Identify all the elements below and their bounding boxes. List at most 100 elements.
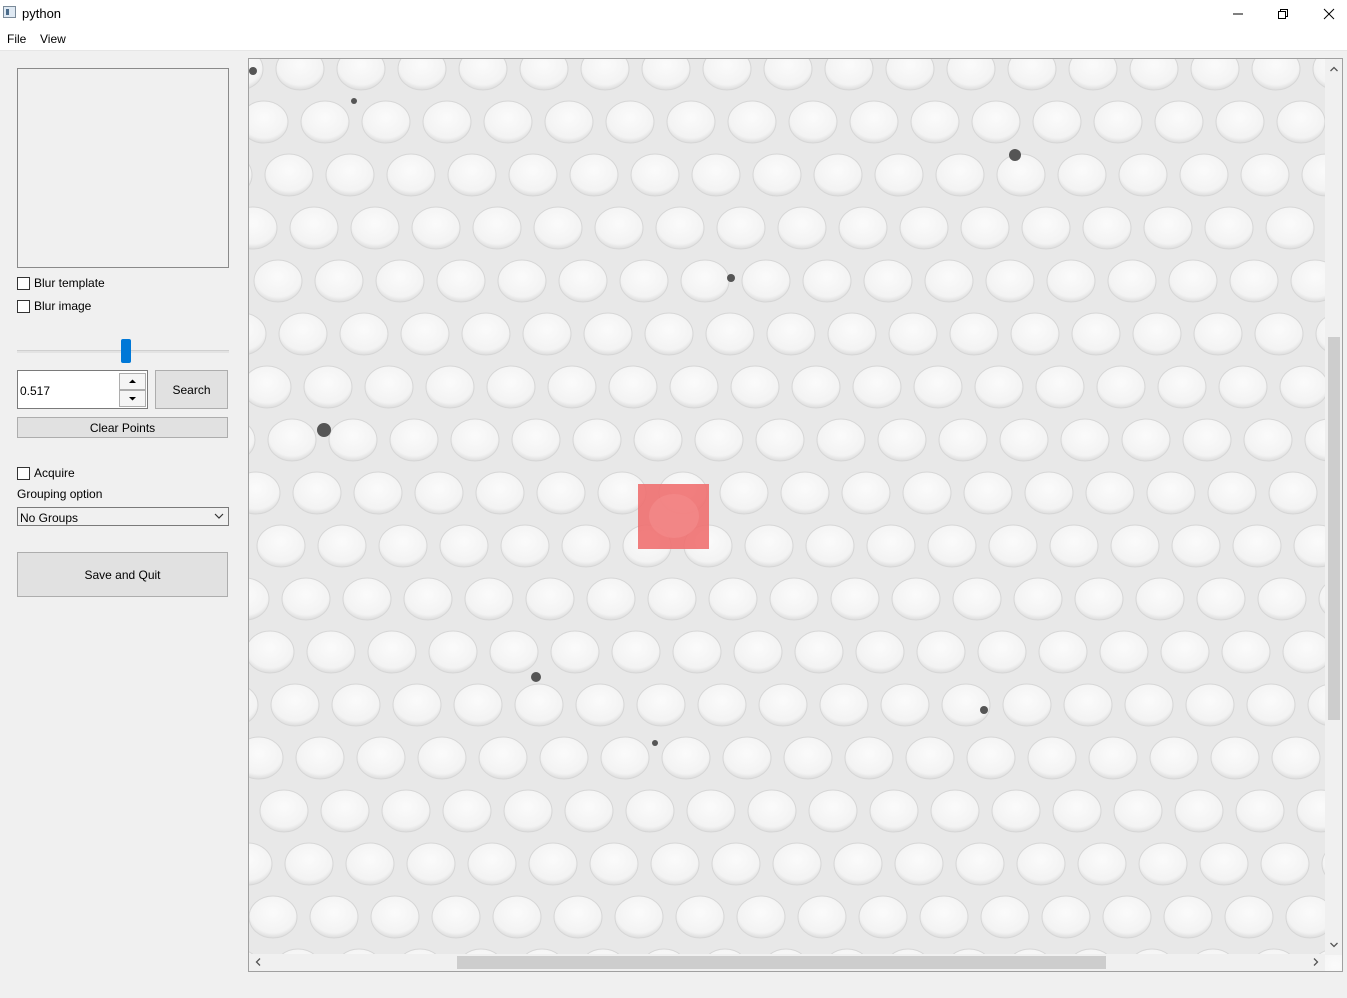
- grid-hole: [478, 736, 528, 780]
- grid-hole: [996, 153, 1046, 197]
- grid-hole: [1057, 153, 1107, 197]
- threshold-slider-handle[interactable]: [121, 339, 131, 363]
- grid-hole: [350, 206, 400, 250]
- spin-up-button[interactable]: [119, 373, 146, 390]
- grid-hole: [339, 312, 389, 356]
- grid-hole: [808, 789, 858, 833]
- grid-hole: [802, 259, 852, 303]
- grid-hole: [1074, 577, 1124, 621]
- grid-hole: [550, 630, 600, 674]
- grid-hole: [772, 842, 822, 886]
- menu-bar: File View: [0, 28, 1347, 51]
- grid-hole: [259, 789, 309, 833]
- grid-hole: [370, 895, 420, 939]
- grid-hole: [788, 100, 838, 144]
- grid-hole: [320, 789, 370, 833]
- scroll-up-button[interactable]: [1328, 63, 1340, 75]
- grid-hole: [1235, 789, 1285, 833]
- grid-hole: [935, 153, 985, 197]
- grid-hole: [952, 577, 1002, 621]
- grid-hole: [827, 312, 877, 356]
- grid-hole: [833, 842, 883, 886]
- grid-hole: [331, 683, 381, 727]
- grid-hole: [256, 524, 306, 568]
- checkbox-box[interactable]: [17, 466, 30, 480]
- grid-hole: [819, 683, 869, 727]
- grid-hole: [1171, 524, 1221, 568]
- grid-hole: [1060, 418, 1110, 462]
- grid-hole: [830, 577, 880, 621]
- grid-hole: [736, 895, 786, 939]
- grid-hole: [1113, 789, 1163, 833]
- grid-hole: [431, 895, 481, 939]
- grid-hole: [644, 312, 694, 356]
- grid-hole: [744, 524, 794, 568]
- grid-hole: [594, 206, 644, 250]
- horizontal-scrollbar-thumb[interactable]: [457, 956, 1106, 969]
- grid-hole: [733, 630, 783, 674]
- blur-template-checkbox[interactable]: Blur template: [17, 275, 105, 291]
- grid-hole: [569, 153, 619, 197]
- grid-hole: [655, 206, 705, 250]
- grid-hole: [1268, 471, 1318, 515]
- spin-down-icon: [129, 397, 136, 401]
- blur-image-checkbox[interactable]: Blur image: [17, 298, 91, 314]
- grid-hole: [916, 630, 966, 674]
- grid-hole: [758, 683, 808, 727]
- restore-button[interactable]: [1260, 0, 1306, 28]
- debris-particle: [980, 706, 988, 714]
- vertical-scrollbar-thumb[interactable]: [1328, 337, 1340, 720]
- grid-hole: [572, 418, 622, 462]
- specimen-image[interactable]: [249, 59, 1343, 972]
- grid-hole: [938, 418, 988, 462]
- grid-hole: [453, 683, 503, 727]
- grid-hole: [600, 736, 650, 780]
- grid-hole: [874, 153, 924, 197]
- scroll-up-icon: [1330, 66, 1338, 72]
- grouping-select[interactable]: No Groups: [17, 507, 229, 526]
- scroll-down-button[interactable]: [1328, 939, 1340, 951]
- grid-hole: [1002, 683, 1052, 727]
- checkbox-box[interactable]: [17, 276, 30, 290]
- menu-file[interactable]: File: [7, 32, 26, 46]
- grid-hole: [253, 259, 303, 303]
- grid-hole: [716, 206, 766, 250]
- grid-hole: [389, 418, 439, 462]
- grid-hole: [514, 683, 564, 727]
- grid-hole: [1138, 842, 1188, 886]
- debris-particle: [652, 740, 658, 746]
- image-viewer[interactable]: [248, 58, 1343, 972]
- search-button[interactable]: Search: [155, 370, 228, 409]
- grid-hole: [1207, 471, 1257, 515]
- grid-hole: [1088, 736, 1138, 780]
- grid-hole: [858, 895, 908, 939]
- threshold-spinbox[interactable]: 0.517: [17, 370, 148, 409]
- acquire-checkbox[interactable]: Acquire: [17, 465, 75, 481]
- grid-hole: [564, 789, 614, 833]
- grid-hole: [1163, 895, 1213, 939]
- checkbox-box[interactable]: [17, 299, 30, 313]
- grid-hole: [378, 524, 428, 568]
- grid-hole: [367, 630, 417, 674]
- grid-hole: [1279, 365, 1329, 409]
- grid-hole: [1174, 789, 1224, 833]
- grid-hole: [1010, 312, 1060, 356]
- grid-hole: [869, 789, 919, 833]
- grid-hole: [356, 736, 406, 780]
- minimize-button[interactable]: [1215, 0, 1261, 28]
- save-and-quit-button[interactable]: Save and Quit: [17, 552, 228, 597]
- grid-hole: [1027, 736, 1077, 780]
- close-button[interactable]: [1306, 0, 1347, 28]
- menu-view[interactable]: View: [40, 32, 66, 46]
- grid-hole: [1124, 683, 1174, 727]
- threshold-value[interactable]: 0.517: [20, 384, 50, 398]
- scroll-right-button[interactable]: [1310, 956, 1322, 968]
- clear-points-button[interactable]: Clear Points: [17, 417, 228, 438]
- grid-hole: [694, 418, 744, 462]
- spin-down-button[interactable]: [119, 390, 146, 407]
- grid-hole: [586, 577, 636, 621]
- grid-hole: [249, 365, 292, 409]
- grid-hole: [988, 524, 1038, 568]
- grid-hole: [977, 630, 1027, 674]
- scroll-left-button[interactable]: [252, 956, 264, 968]
